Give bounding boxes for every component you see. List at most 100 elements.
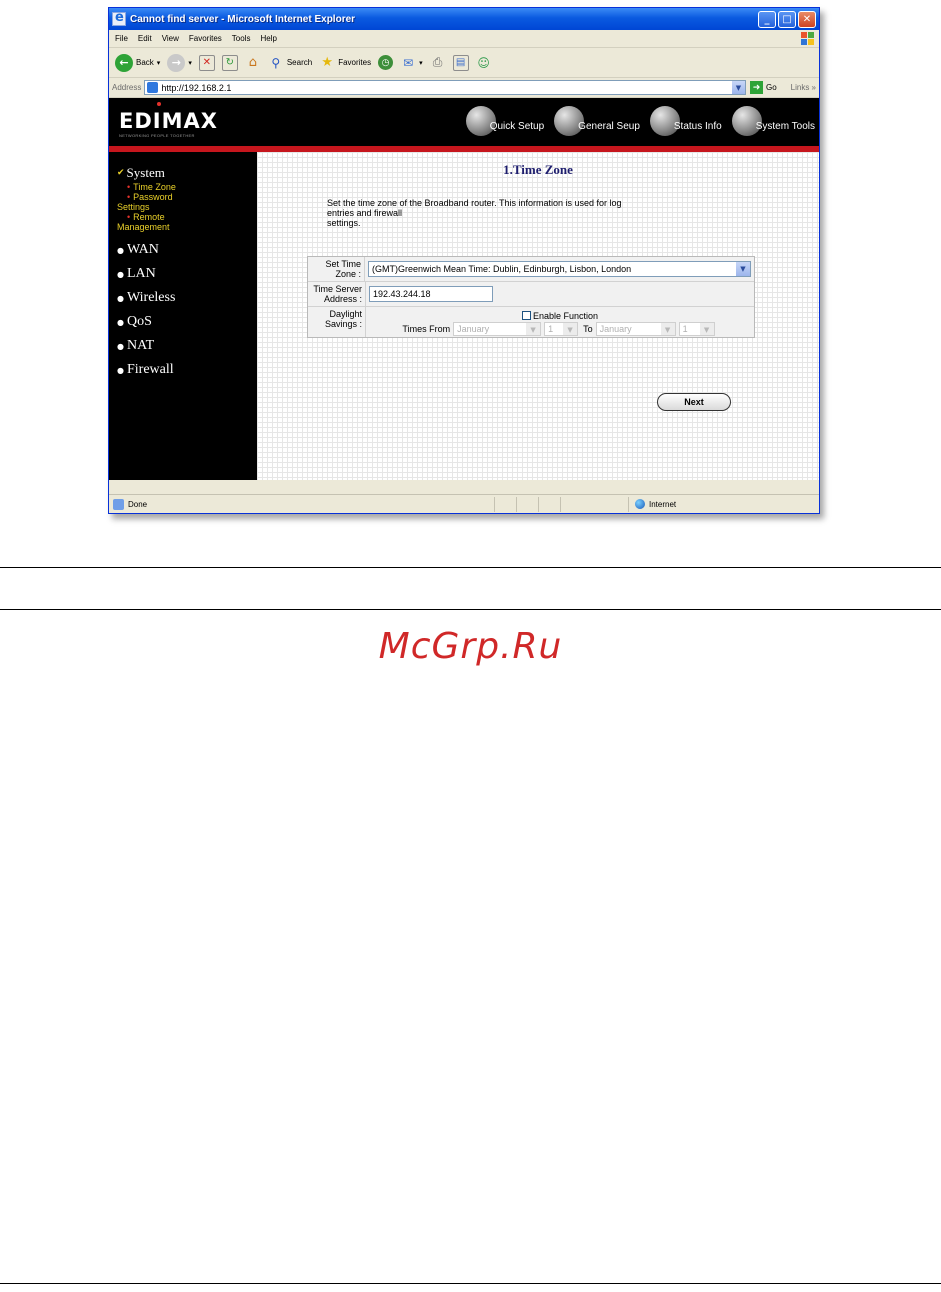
mail-dropdown-icon[interactable]: ▾ [419, 59, 423, 67]
status-bar: Done Internet [109, 494, 819, 513]
go-label: Go [765, 83, 777, 92]
menu-edit[interactable]: Edit [138, 34, 152, 43]
browser-window: Cannot find server - Microsoft Internet … [108, 7, 820, 514]
divider-line [0, 567, 941, 568]
address-input[interactable]: http://192.168.2.1 ▼ [144, 80, 746, 95]
to-month-select[interactable]: January ▼ [595, 321, 676, 336]
print-button[interactable]: ⎙ [430, 55, 446, 71]
go-button[interactable]: ➜ Go [749, 81, 777, 94]
minimize-button[interactable]: _ [758, 10, 776, 28]
address-label: Address [112, 83, 142, 92]
sidebar-sub-password-settings[interactable]: • Password Settings [109, 192, 257, 212]
links-button[interactable]: Links » [791, 83, 816, 92]
to-day-select[interactable]: 1 ▼ [678, 321, 715, 336]
back-button[interactable]: ← Back ▾ [115, 53, 161, 72]
windows-flag-icon [801, 32, 815, 46]
description-line-2: entries and firewall [327, 208, 403, 218]
edit-button[interactable]: ▤ [452, 54, 469, 71]
go-arrow-icon: ➜ [749, 81, 763, 94]
logo-dot-icon [157, 102, 161, 106]
stop-button[interactable]: ✕ [198, 54, 215, 71]
search-button[interactable]: ⚲ Search [268, 55, 312, 71]
router-page: EDIMAX NETWORKING PEOPLE TOGETHER Quick … [109, 98, 819, 480]
from-day-value: 1 [548, 323, 554, 334]
form-row-daylight: Daylight Savings : Enable Function Times… [308, 307, 754, 337]
close-button[interactable]: ✕ [798, 10, 816, 28]
forward-dropdown-icon[interactable]: ▾ [188, 59, 192, 67]
history-icon: ◷ [378, 55, 394, 70]
history-button[interactable]: ◷ [378, 55, 394, 70]
refresh-icon: ↻ [221, 54, 238, 71]
to-label: To [583, 323, 593, 334]
nav-system-tools[interactable]: System Tools [731, 104, 815, 138]
to-month-value: January [599, 323, 632, 334]
sidebar-sub-remote-management[interactable]: • Remote Management [109, 212, 257, 232]
time-server-cell: 192.43.244.18 [366, 282, 754, 306]
mail-icon: ✉ [403, 55, 414, 70]
enable-checkbox[interactable] [521, 311, 531, 320]
chevron-down-icon: ▼ [526, 322, 541, 335]
sidebar-item-wan[interactable]: ● WAN [109, 238, 257, 262]
sidebar-item-firewall[interactable]: ● Firewall [109, 358, 257, 382]
status-cell [560, 496, 582, 512]
favorites-star-icon: ★ [321, 55, 334, 70]
page-description: Set the time zone of the Broadband route… [327, 198, 757, 228]
nav-status-info[interactable]: Status Info [649, 104, 722, 138]
chevron-down-icon: ▼ [699, 322, 714, 335]
sidebar-item-wireless[interactable]: ● Wireless [109, 286, 257, 310]
sidebar-lan-label: LAN [126, 266, 156, 281]
refresh-button[interactable]: ↻ [221, 54, 238, 71]
sidebar-sub-time-zone[interactable]: • Time Zone [109, 182, 257, 192]
status-cell [538, 496, 560, 512]
address-dropdown-icon[interactable]: ▼ [731, 81, 745, 94]
sidebar-item-lan[interactable]: ● LAN [109, 262, 257, 286]
page-title: 1.Time Zone [503, 162, 573, 177]
back-dropdown-icon[interactable]: ▾ [157, 59, 161, 67]
status-text: Done [128, 499, 148, 509]
divider-line [0, 609, 941, 610]
status-cell [494, 496, 516, 512]
description-line-1: Set the time zone of the Broadband route… [327, 198, 622, 208]
sidebar-item-qos[interactable]: ● QoS [109, 310, 257, 334]
time-zone-select[interactable]: (GMT)Greenwich Mean Time: Dublin, Edinbu… [368, 261, 751, 277]
time-server-input[interactable]: 192.43.244.18 [369, 286, 493, 302]
edit-page-icon: ▤ [452, 54, 469, 71]
from-month-select[interactable]: January ▼ [453, 321, 542, 336]
to-day-value: 1 [682, 323, 688, 334]
menu-help[interactable]: Help [260, 34, 276, 43]
nav-quick-setup[interactable]: Quick Setup [465, 104, 544, 138]
maximize-button[interactable]: □ [778, 10, 796, 28]
edimax-logo: EDIMAX [119, 109, 218, 133]
sidebar-item-nat[interactable]: ● NAT [109, 334, 257, 358]
messenger-button[interactable]: ☺ [476, 55, 492, 71]
home-button[interactable]: ⌂ [245, 55, 261, 71]
sub-management-label: Management [117, 222, 170, 232]
forward-button[interactable]: → ▾ [167, 53, 192, 72]
form-row-time-server: Time Server Address : 192.43.244.18 [308, 282, 754, 307]
daylight-cell: Enable Function Times From January ▼ 1 ▼… [366, 307, 754, 337]
toolbar: ← Back ▾ → ▾ ✕ ↻ ⌂ ⚲ Search ★ Favorites … [109, 48, 819, 78]
sub-remote-label: Remote [133, 212, 165, 222]
nav-status-info-label: Status Info [673, 120, 722, 132]
sidebar-item-system[interactable]: ✔ System [109, 164, 257, 182]
back-label: Back [136, 58, 154, 67]
bullet-icon: ● [117, 269, 124, 279]
time-server-label: Time Server Address : [308, 282, 366, 306]
chevron-down-icon: ▼ [563, 322, 578, 335]
page-icon [147, 82, 159, 93]
nav-general-setup[interactable]: General Seup [554, 104, 640, 138]
menu-favorites[interactable]: Favorites [189, 34, 222, 43]
document-page: Cannot find server - Microsoft Internet … [0, 0, 941, 1292]
menu-tools[interactable]: Tools [232, 34, 251, 43]
favorites-button[interactable]: ★ Favorites [319, 55, 371, 71]
menu-view[interactable]: View [162, 34, 179, 43]
mail-button[interactable]: ✉ ▾ [400, 55, 423, 71]
menu-file[interactable]: File [115, 34, 128, 43]
from-day-select[interactable]: 1 ▼ [544, 321, 579, 336]
zone-label: Internet [649, 499, 677, 509]
main-area: ✔ System • Time Zone • Password Settings •… [109, 152, 819, 480]
title-bar[interactable]: Cannot find server - Microsoft Internet … [109, 8, 819, 30]
form-row-time-zone: Set Time Zone : (GMT)Greenwich Mean Time… [308, 257, 754, 282]
next-button[interactable]: Next [657, 393, 731, 411]
chevron-down-icon: ▼ [660, 322, 675, 335]
